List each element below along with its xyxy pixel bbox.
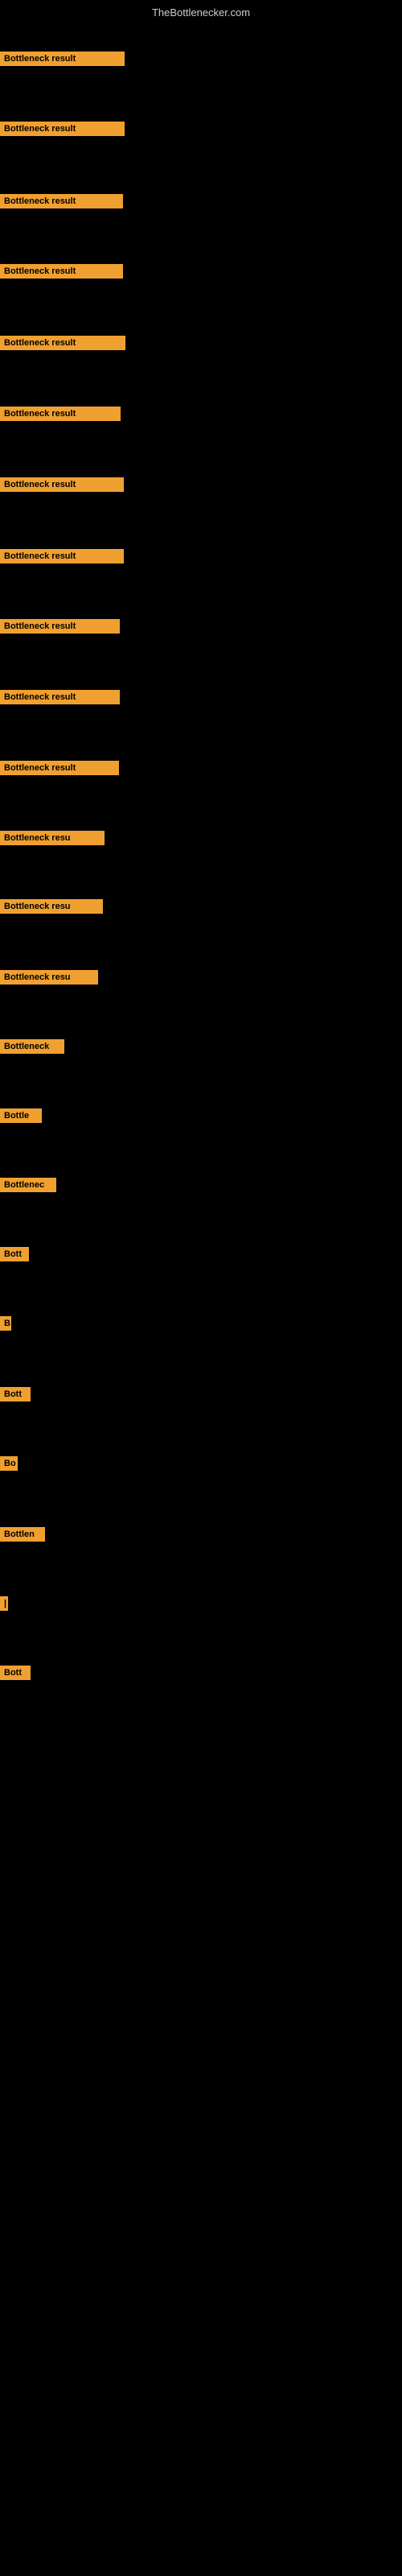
bottleneck-bar-row: Bottleneck result <box>0 690 120 708</box>
bottleneck-bar[interactable]: Bott <box>0 1387 31 1402</box>
bottleneck-bar[interactable]: Bottleneck result <box>0 549 124 564</box>
bottleneck-bar-row: Bottleneck result <box>0 194 123 213</box>
bottleneck-bar-row: Bottlen <box>0 1527 45 1546</box>
bottleneck-bar-row: Bottleneck resu <box>0 970 98 989</box>
bottleneck-bar[interactable]: Bottleneck result <box>0 690 120 704</box>
bottleneck-bar-row: Bottleneck resu <box>0 899 103 918</box>
page-container: TheBottlenecker.com Bottleneck result Bot… <box>0 0 402 2576</box>
bottleneck-bar-row: Bottleneck result <box>0 619 120 638</box>
bottleneck-bar[interactable]: Bottleneck resu <box>0 899 103 914</box>
bottleneck-bar[interactable]: Bott <box>0 1247 29 1261</box>
bottleneck-bar-row: Bottleneck result <box>0 477 124 496</box>
bottleneck-bar[interactable]: Bottleneck resu <box>0 970 98 985</box>
bottleneck-bar-row: Bottleneck result <box>0 264 123 283</box>
bottleneck-bar-row: Bottleneck <box>0 1039 64 1058</box>
bottleneck-bar[interactable]: Bottleneck result <box>0 407 121 421</box>
bottleneck-bar-row: B <box>0 1316 11 1335</box>
bottleneck-bar-row: Bo <box>0 1456 18 1475</box>
bottleneck-bar-row: Bottleneck result <box>0 761 119 779</box>
bottleneck-bar-row: Bottleneck resu <box>0 831 105 849</box>
bottleneck-bar-row: Bott <box>0 1247 29 1265</box>
bottleneck-bar[interactable]: Bottleneck result <box>0 619 120 634</box>
bottleneck-bar[interactable]: Bott <box>0 1666 31 1680</box>
bottleneck-bar-row: Bottleneck result <box>0 336 125 354</box>
bottleneck-bar[interactable]: Bottleneck result <box>0 264 123 279</box>
bottleneck-bar[interactable]: Bottleneck result <box>0 194 123 208</box>
bottleneck-bar[interactable]: Bottleneck result <box>0 52 125 66</box>
bottleneck-bar[interactable]: Bottlenec <box>0 1178 56 1192</box>
bottleneck-bar[interactable]: Bottleneck result <box>0 122 125 136</box>
bottleneck-bar-row: Bottleneck result <box>0 122 125 140</box>
bottleneck-bar[interactable]: Bottleneck result <box>0 336 125 350</box>
bottleneck-bar[interactable]: B <box>0 1316 11 1331</box>
bottleneck-bar-row: Bottleneck result <box>0 549 124 568</box>
bottleneck-bar[interactable]: Bottleneck resu <box>0 831 105 845</box>
bottleneck-bar[interactable]: Bottleneck result <box>0 761 119 775</box>
bottleneck-bar-row: Bottleneck result <box>0 52 125 70</box>
bottleneck-bar-row: Bott <box>0 1387 31 1406</box>
bottleneck-bar[interactable]: Bottleneck <box>0 1039 64 1054</box>
bottleneck-bar-row: Bottle <box>0 1108 42 1127</box>
bottleneck-bar-row: Bottleneck result <box>0 407 121 425</box>
bottleneck-bar[interactable]: Bottle <box>0 1108 42 1123</box>
bottleneck-bar[interactable]: Bottleneck result <box>0 477 124 492</box>
bottleneck-bar[interactable]: Bottlen <box>0 1527 45 1542</box>
bottleneck-bar-row: Bott <box>0 1666 31 1684</box>
site-title: TheBottlenecker.com <box>0 0 402 22</box>
bottleneck-bar[interactable]: | <box>0 1596 8 1611</box>
bottleneck-bar-row: | <box>0 1596 8 1615</box>
bottleneck-bar[interactable]: Bo <box>0 1456 18 1471</box>
bottleneck-bar-row: Bottlenec <box>0 1178 56 1196</box>
